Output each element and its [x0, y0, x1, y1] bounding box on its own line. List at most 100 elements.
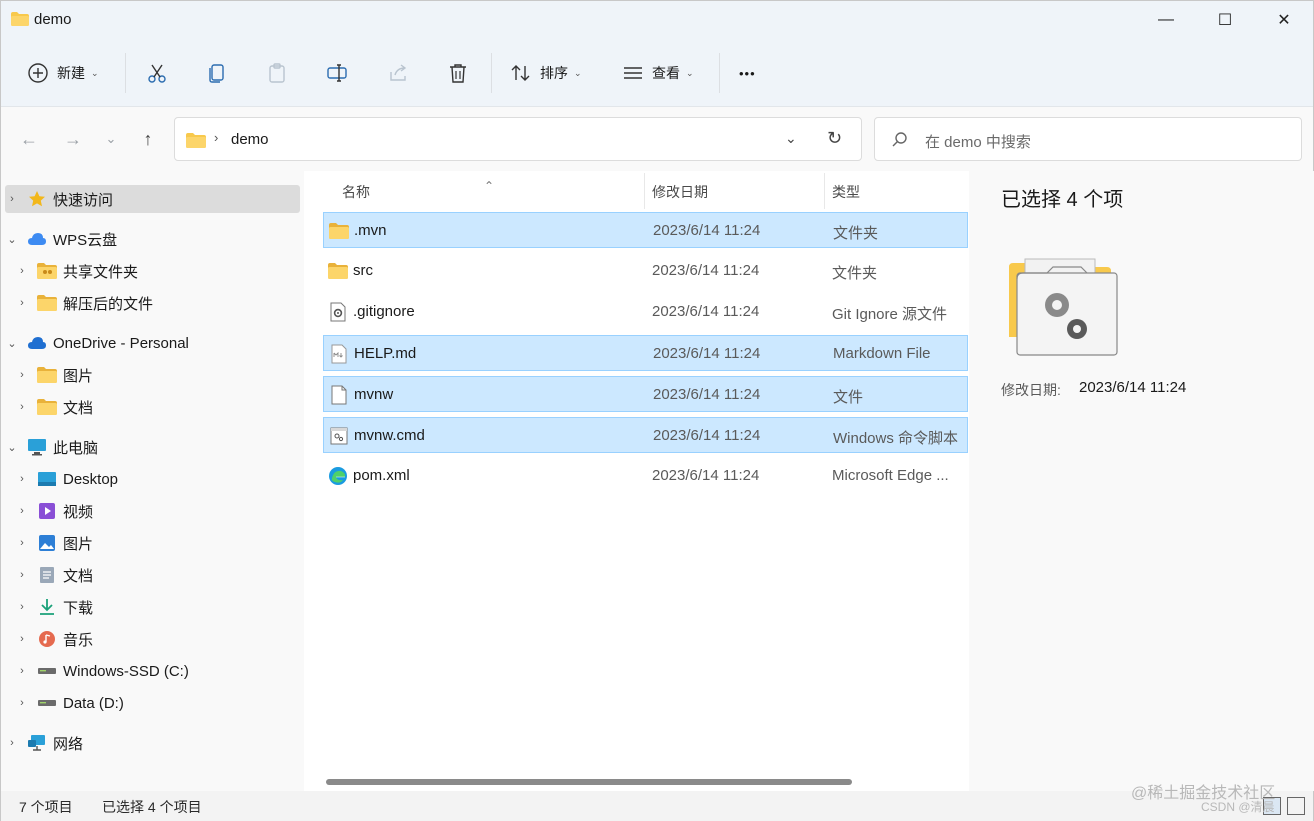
sidebar-item[interactable]: › 快速访问 — [5, 185, 300, 213]
sidebar-item[interactable]: ⌄ 此电脑 — [5, 433, 300, 461]
sidebar-item[interactable]: › 网络 — [5, 729, 300, 757]
navigation-pane: › 快速访问 ⌄ WPS云盘 › 共享文件夹 › 解压后的文件 ⌄ OneDrive - Pers… — [1, 171, 304, 791]
recent-locations-button[interactable]: ⌄ — [97, 125, 125, 153]
chevron-right-icon[interactable]: › — [15, 633, 29, 645]
chevron-down-icon[interactable]: ⌄ — [5, 441, 19, 454]
sidebar-item[interactable]: › 视频 — [5, 497, 300, 525]
chevron-right-icon[interactable]: › — [15, 537, 29, 549]
sidebar-item[interactable]: › Data (D:) — [5, 689, 300, 717]
breadcrumb-chevron-icon: › — [214, 130, 219, 145]
folder-icon — [37, 294, 57, 312]
sort-button[interactable]: 排序 ⌄ — [510, 55, 582, 91]
file-row[interactable]: src 2023/6/14 11:24 文件夹 — [323, 253, 968, 289]
file-name: mvnw — [354, 386, 394, 403]
close-button[interactable]: ✕ — [1255, 1, 1313, 39]
sidebar-item[interactable]: ⌄ OneDrive - Personal — [5, 329, 300, 357]
chevron-right-icon[interactable]: › — [15, 369, 29, 381]
forward-button[interactable]: → — [59, 125, 87, 153]
chevron-right-icon[interactable]: › — [15, 697, 29, 709]
sidebar-item-label: Desktop — [63, 470, 119, 488]
item-count: 7 个项目 — [19, 799, 73, 815]
chevron-right-icon[interactable]: › — [15, 297, 29, 309]
watermark-secondary: CSDN @清晨 — [1201, 800, 1275, 814]
paste-button[interactable] — [266, 55, 288, 91]
sidebar-item[interactable]: › 共享文件夹 — [5, 257, 300, 285]
minimize-button[interactable]: — — [1137, 1, 1195, 39]
search-input[interactable]: 在 demo 中搜索 — [925, 131, 1031, 152]
column-header-type[interactable]: 类型 — [832, 175, 860, 209]
sidebar-item-label: 图片 — [63, 535, 94, 553]
column-divider[interactable] — [824, 173, 825, 209]
sidebar-item[interactable]: › Windows-SSD (C:) — [5, 657, 300, 685]
chevron-right-icon[interactable]: › — [15, 569, 29, 581]
trash-icon — [450, 64, 466, 83]
chevron-right-icon[interactable]: › — [15, 265, 29, 277]
copy-button[interactable] — [206, 55, 228, 91]
new-button[interactable]: 新建 ⌄ — [27, 55, 99, 91]
back-button[interactable]: ← — [15, 125, 43, 153]
chevron-right-icon[interactable]: › — [15, 401, 29, 413]
maximize-icon: ☐ — [1217, 12, 1233, 29]
sidebar-item[interactable]: ⌄ WPS云盘 — [5, 225, 300, 253]
title-bar[interactable]: demo — ☐ ✕ — [1, 1, 1313, 39]
file-date: 2023/6/14 11:24 — [653, 386, 761, 403]
file-row[interactable]: mvnw 2023/6/14 11:24 文件 — [323, 376, 968, 412]
refresh-button[interactable]: ↻ — [827, 128, 842, 149]
gear-file-icon — [328, 302, 348, 322]
chevron-down-icon[interactable]: ⌄ — [5, 233, 19, 246]
file-row[interactable]: pom.xml 2023/6/14 11:24 Microsoft Edge ... — [323, 458, 968, 494]
sidebar-item[interactable]: › 音乐 — [5, 625, 300, 653]
sidebar-item[interactable]: › 文档 — [5, 393, 300, 421]
column-header-date-label: 修改日期 — [652, 184, 708, 200]
rename-button[interactable] — [326, 55, 348, 91]
cloud-icon — [27, 230, 47, 248]
sidebar-item[interactable]: › 图片 — [5, 361, 300, 389]
sidebar-item[interactable]: › 解压后的文件 — [5, 289, 300, 317]
file-row[interactable]: HELP.md 2023/6/14 11:24 Markdown File — [323, 335, 968, 371]
sidebar-item[interactable]: › 图片 — [5, 529, 300, 557]
arrow-up-icon: ↑ — [143, 128, 153, 149]
minimize-icon: — — [1158, 11, 1174, 28]
up-button[interactable]: ↑ — [134, 125, 162, 153]
view-button[interactable]: 查看 ⌄ — [622, 55, 694, 91]
sidebar-item[interactable]: › Desktop — [5, 465, 300, 493]
blank-file-icon — [329, 385, 349, 405]
address-history-dropdown[interactable]: ⌄ — [785, 130, 797, 147]
chevron-down-icon[interactable]: ⌄ — [5, 337, 19, 350]
sidebar-item-label: 文档 — [63, 567, 94, 585]
sidebar-item[interactable]: › 文档 — [5, 561, 300, 589]
delete-button[interactable] — [447, 55, 469, 91]
file-name: HELP.md — [354, 345, 417, 362]
column-header-date[interactable]: 修改日期 — [652, 175, 708, 209]
file-row[interactable]: .gitignore 2023/6/14 11:24 Git Ignore 源文件 — [323, 294, 968, 330]
chevron-right-icon[interactable]: › — [15, 665, 29, 677]
chevron-right-icon[interactable]: › — [5, 737, 19, 749]
sidebar-item[interactable]: › 下载 — [5, 593, 300, 621]
sidebar-item-label: 文档 — [63, 399, 94, 417]
cut-button[interactable] — [146, 55, 168, 91]
file-row[interactable]: .mvn 2023/6/14 11:24 文件夹 — [323, 212, 968, 248]
chevron-right-icon[interactable]: › — [15, 601, 29, 613]
share-button[interactable] — [387, 55, 409, 91]
sidebar-item-label: Windows-SSD (C:) — [63, 662, 189, 680]
file-row[interactable]: mvnw.cmd 2023/6/14 11:24 Windows 命令脚本 — [323, 417, 968, 453]
chevron-right-icon[interactable]: › — [15, 473, 29, 485]
address-bar[interactable]: › demo ⌄ ↻ — [174, 117, 862, 161]
column-divider[interactable] — [644, 173, 645, 209]
search-box[interactable]: 在 demo 中搜索 — [874, 117, 1302, 161]
toolbar-divider — [719, 53, 720, 93]
scissors-icon — [148, 64, 166, 83]
column-header-name[interactable]: 名称 — [342, 175, 370, 209]
arrow-right-icon: → — [64, 128, 82, 149]
folder-icon — [11, 12, 29, 26]
horizontal-scrollbar[interactable] — [326, 779, 852, 785]
status-bar: 7 个项目 已选择 4 个项目 — [1, 791, 1313, 821]
more-options-button[interactable]: ••• — [739, 55, 756, 91]
selected-count: 已选择 4 个项目 — [102, 799, 202, 815]
chevron-right-icon[interactable]: › — [5, 193, 19, 205]
maximize-button[interactable]: ☐ — [1196, 1, 1254, 39]
chevron-right-icon[interactable]: › — [15, 505, 29, 517]
drive-icon — [37, 662, 57, 680]
large-icons-view-button[interactable] — [1287, 797, 1305, 815]
breadcrumb-item[interactable]: demo — [231, 131, 269, 148]
